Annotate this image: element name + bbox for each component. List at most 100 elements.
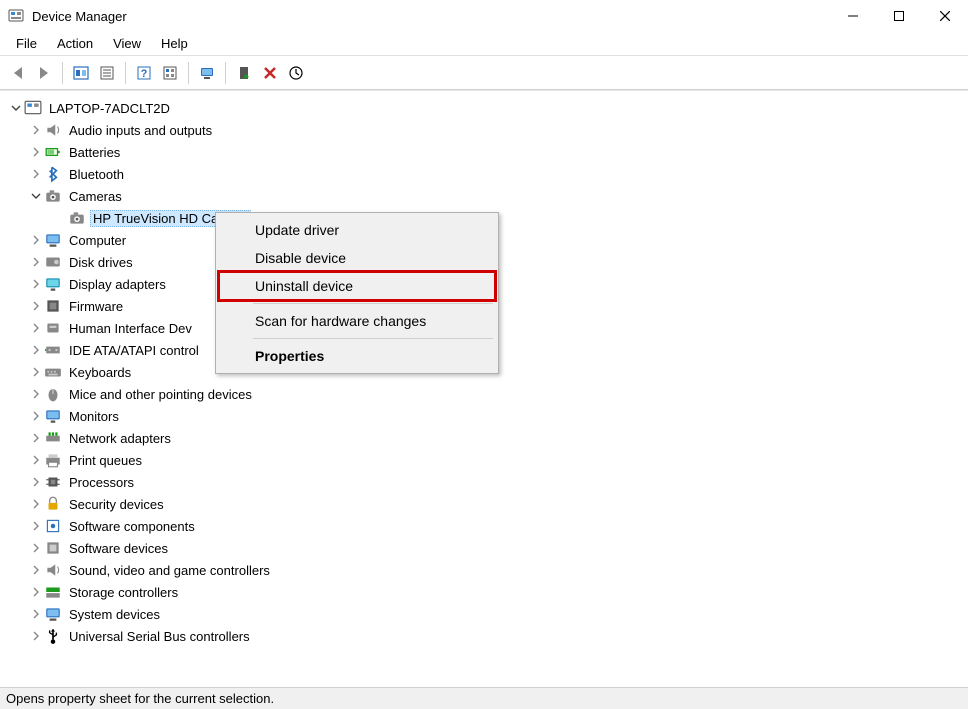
chevron-right-icon[interactable] — [28, 408, 44, 424]
chevron-right-icon[interactable] — [28, 254, 44, 270]
chevron-right-icon[interactable] — [28, 364, 44, 380]
tree-category-mouse[interactable]: Mice and other pointing devices — [4, 383, 964, 405]
tree-category-camera[interactable]: Cameras — [4, 185, 964, 207]
close-button[interactable] — [922, 0, 968, 32]
tree-category-battery[interactable]: Batteries — [4, 141, 964, 163]
context-update-driver[interactable]: Update driver — [219, 216, 495, 244]
menu-action[interactable]: Action — [47, 33, 103, 54]
security-icon — [44, 495, 62, 513]
nav-back-button[interactable] — [6, 61, 30, 85]
device-tree-area[interactable]: LAPTOP-7ADCLT2D Audio inputs and outputs B… — [0, 90, 968, 687]
maximize-button[interactable] — [876, 0, 922, 32]
chevron-right-icon[interactable] — [28, 518, 44, 534]
storage-icon — [44, 583, 62, 601]
toolbar-separator — [62, 62, 63, 84]
enable-device-button[interactable] — [232, 61, 256, 85]
tree-category-monitor[interactable]: Monitors — [4, 405, 964, 427]
tree-item-label: Batteries — [66, 144, 123, 161]
chevron-right-icon[interactable] — [28, 474, 44, 490]
chevron-right-icon[interactable] — [28, 166, 44, 182]
statusbar: Opens property sheet for the current sel… — [0, 687, 968, 709]
app-icon — [8, 8, 24, 24]
chevron-down-icon[interactable] — [8, 100, 24, 116]
tree-category-sound[interactable]: Sound, video and game controllers — [4, 559, 964, 581]
tree-category-storage[interactable]: Storage controllers — [4, 581, 964, 603]
tree-item-label: System devices — [66, 606, 163, 623]
toolbar-separator — [225, 62, 226, 84]
tree-item-label: Human Interface Dev — [66, 320, 195, 337]
chevron-right-icon[interactable] — [28, 320, 44, 336]
battery-icon — [44, 143, 62, 161]
tree-item-label: Universal Serial Bus controllers — [66, 628, 253, 645]
chevron-right-icon[interactable] — [28, 496, 44, 512]
tree-category-printer[interactable]: Print queues — [4, 449, 964, 471]
minimize-button[interactable] — [830, 0, 876, 32]
chevron-right-icon[interactable] — [28, 386, 44, 402]
show-hide-tree-button[interactable] — [69, 61, 93, 85]
chevron-right-icon[interactable] — [28, 606, 44, 622]
chevron-right-icon[interactable] — [28, 144, 44, 160]
tree-item-label: Print queues — [66, 452, 145, 469]
uninstall-device-button[interactable] — [258, 61, 282, 85]
menu-file[interactable]: File — [6, 33, 47, 54]
usb-icon — [44, 627, 62, 645]
monitor-icon — [44, 407, 62, 425]
tree-category-bluetooth[interactable]: Bluetooth — [4, 163, 964, 185]
tree-category-security[interactable]: Security devices — [4, 493, 964, 515]
tree-item-label: Keyboards — [66, 364, 134, 381]
chevron-right-icon[interactable] — [28, 430, 44, 446]
update-driver-button[interactable] — [284, 61, 308, 85]
system-icon — [44, 605, 62, 623]
tree-item-label: LAPTOP-7ADCLT2D — [46, 100, 173, 117]
context-menu: Update driver Disable device Uninstall d… — [215, 212, 499, 374]
tree-category-cpu[interactable]: Processors — [4, 471, 964, 493]
tree-category-speaker[interactable]: Audio inputs and outputs — [4, 119, 964, 141]
help-button[interactable]: ? — [132, 61, 156, 85]
chevron-right-icon[interactable] — [28, 562, 44, 578]
display-icon — [44, 275, 62, 293]
action-button[interactable] — [158, 61, 182, 85]
context-scan-hardware[interactable]: Scan for hardware changes — [219, 307, 495, 335]
context-properties[interactable]: Properties — [219, 342, 495, 370]
tree-category-system[interactable]: System devices — [4, 603, 964, 625]
chevron-right-icon[interactable] — [28, 298, 44, 314]
swdev-icon — [44, 539, 62, 557]
camera-icon — [44, 187, 62, 205]
chevron-right-icon[interactable] — [28, 122, 44, 138]
chevron-right-icon[interactable] — [28, 232, 44, 248]
mouse-icon — [44, 385, 62, 403]
chevron-right-icon[interactable] — [28, 452, 44, 468]
firmware-icon — [44, 297, 62, 315]
menu-view[interactable]: View — [103, 33, 151, 54]
chevron-right-icon[interactable] — [28, 276, 44, 292]
tree-item-label: Monitors — [66, 408, 122, 425]
context-separator — [253, 303, 493, 304]
nav-forward-button[interactable] — [32, 61, 56, 85]
menu-help[interactable]: Help — [151, 33, 198, 54]
chevron-right-icon[interactable] — [28, 342, 44, 358]
disk-icon — [44, 253, 62, 271]
tree-category-swdev[interactable]: Software devices — [4, 537, 964, 559]
tree-category-swcomp[interactable]: Software components — [4, 515, 964, 537]
tree-item-label: Firmware — [66, 298, 126, 315]
context-uninstall-device[interactable]: Uninstall device — [219, 272, 495, 300]
tree-category-usb[interactable]: Universal Serial Bus controllers — [4, 625, 964, 647]
chevron-right-icon[interactable] — [28, 628, 44, 644]
tree-item-label: Display adapters — [66, 276, 169, 293]
window-title: Device Manager — [32, 9, 830, 24]
tree-root[interactable]: LAPTOP-7ADCLT2D — [4, 97, 964, 119]
chevron-down-icon[interactable] — [28, 188, 44, 204]
properties-button[interactable] — [95, 61, 119, 85]
menubar: File Action View Help — [0, 32, 968, 56]
hid-icon — [44, 319, 62, 337]
chevron-right-icon[interactable] — [28, 540, 44, 556]
speaker-icon — [44, 121, 62, 139]
svg-text:?: ? — [141, 68, 148, 80]
scan-hardware-button[interactable] — [195, 61, 219, 85]
chevron-right-icon[interactable] — [28, 584, 44, 600]
tree-category-network[interactable]: Network adapters — [4, 427, 964, 449]
tree-item-label: Storage controllers — [66, 584, 181, 601]
context-disable-device[interactable]: Disable device — [219, 244, 495, 272]
tree-item-label: Cameras — [66, 188, 125, 205]
tree-item-label: Security devices — [66, 496, 167, 513]
